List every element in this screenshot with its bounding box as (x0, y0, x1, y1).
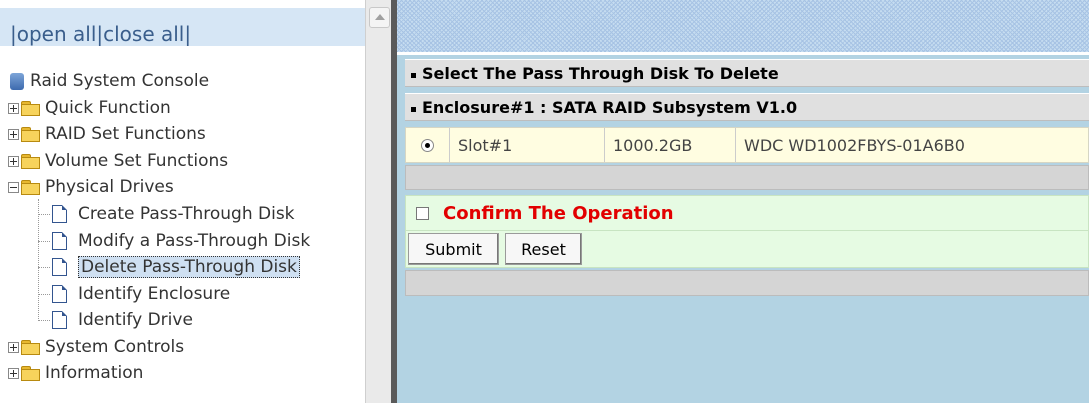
folder-icon (21, 127, 40, 142)
section-header: Select The Pass Through Disk To Delete (405, 59, 1089, 87)
tree-item-label: Physical Drives (45, 177, 174, 197)
tree-item-create-pass-through-disk[interactable]: Create Pass-Through Disk (52, 202, 295, 226)
tree-item-label-selected: Delete Pass-Through Disk (78, 256, 300, 278)
expand-plus-icon[interactable] (8, 341, 19, 353)
tree-item-label: Identify Enclosure (78, 284, 231, 304)
disk-row[interactable]: Slot#1 1000.2GB WDC WD1002FBYS-01A6B0 (405, 127, 1089, 163)
page-icon (52, 311, 67, 329)
tree-item-label: RAID Set Functions (45, 124, 206, 144)
tree-connector (38, 294, 50, 295)
capacity-value: 1000.2GB (613, 135, 693, 155)
model-value: WDC WD1002FBYS-01A6B0 (744, 135, 965, 155)
tree-item-modify-pass-through-disk[interactable]: Modify a Pass-Through Disk (52, 229, 310, 253)
navigation-panel: |open all|close all| Raid System Console… (0, 0, 391, 403)
scroll-up-arrow-icon[interactable] (369, 7, 390, 28)
tree-item-label: Identify Drive (78, 310, 193, 330)
page-icon (52, 232, 67, 250)
tree-item-identify-enclosure[interactable]: Identify Enclosure (52, 282, 230, 306)
collapse-minus-icon[interactable] (8, 181, 19, 193)
expand-plus-icon[interactable] (8, 155, 19, 167)
folder-icon (21, 340, 40, 355)
folder-icon (21, 366, 40, 381)
reset-button[interactable]: Reset (505, 233, 582, 265)
open-close-links[interactable]: |open all|close all| (10, 22, 191, 46)
confirm-row: Confirm The Operation (405, 195, 1089, 231)
tree-item-identify-drive[interactable]: Identify Drive (52, 308, 193, 332)
page-icon (52, 205, 67, 223)
tree-root[interactable]: Raid System Console (10, 69, 209, 93)
tree-item-system-controls[interactable]: System Controls (8, 335, 184, 359)
expand-plus-icon[interactable] (8, 102, 19, 114)
folder-open-icon (21, 180, 40, 195)
left-scrollbar[interactable] (365, 0, 391, 403)
tree-item-label: Volume Set Functions (45, 151, 229, 171)
open-close-bar: |open all|close all| (0, 8, 365, 46)
page-icon (52, 285, 67, 303)
tree-item-label: System Controls (45, 337, 185, 357)
spacer-row (405, 165, 1089, 190)
header-separator (397, 52, 1089, 55)
tree-item-label: Modify a Pass-Through Disk (78, 231, 311, 251)
slot-cell: Slot#1 (450, 128, 605, 162)
capacity-cell: 1000.2GB (605, 128, 736, 162)
enclosure-title: Enclosure#1 : SATA RAID Subsystem V1.0 (422, 97, 798, 117)
tree-item-quick-function[interactable]: Quick Function (8, 96, 171, 120)
tree-root-label: Raid System Console (30, 71, 210, 91)
disk-select-cell (406, 128, 450, 162)
confirm-checkbox[interactable] (416, 206, 429, 220)
folder-icon (21, 154, 40, 169)
confirm-label: Confirm The Operation (443, 202, 674, 224)
computer-icon (10, 72, 24, 90)
model-cell: WDC WD1002FBYS-01A6B0 (736, 128, 1088, 162)
header-pattern (397, 0, 1089, 52)
expand-plus-icon[interactable] (8, 128, 19, 140)
slot-value: Slot#1 (458, 135, 513, 155)
tree-connector (38, 241, 50, 242)
tree-item-raid-set-functions[interactable]: RAID Set Functions (8, 122, 206, 146)
tree-connector (38, 214, 50, 215)
button-row: Submit Reset (405, 230, 1089, 268)
footer-row (405, 270, 1089, 296)
submit-button[interactable]: Submit (408, 233, 499, 265)
tree-item-label: Information (45, 363, 144, 383)
enclosure-header: Enclosure#1 : SATA RAID Subsystem V1.0 (405, 93, 1089, 121)
tree-connector (38, 199, 39, 321)
section-title: Select The Pass Through Disk To Delete (422, 63, 779, 83)
tree-item-information[interactable]: Information (8, 361, 143, 385)
tree-item-label: Quick Function (45, 98, 171, 118)
tree-item-volume-set-functions[interactable]: Volume Set Functions (8, 149, 228, 173)
expand-plus-icon[interactable] (8, 367, 19, 379)
tree-item-physical-drives[interactable]: Physical Drives (8, 175, 174, 199)
tree-item-delete-pass-through-disk[interactable]: Delete Pass-Through Disk (52, 255, 300, 279)
content-panel: Select The Pass Through Disk To Delete E… (397, 0, 1089, 403)
disk-select-radio[interactable] (421, 138, 434, 152)
tree-item-label: Create Pass-Through Disk (78, 204, 295, 224)
folder-icon (21, 101, 40, 116)
tree-connector (38, 320, 50, 321)
page-icon (52, 258, 67, 276)
bullet-icon (411, 72, 416, 78)
bullet-icon (411, 106, 416, 112)
tree-connector (38, 267, 50, 268)
